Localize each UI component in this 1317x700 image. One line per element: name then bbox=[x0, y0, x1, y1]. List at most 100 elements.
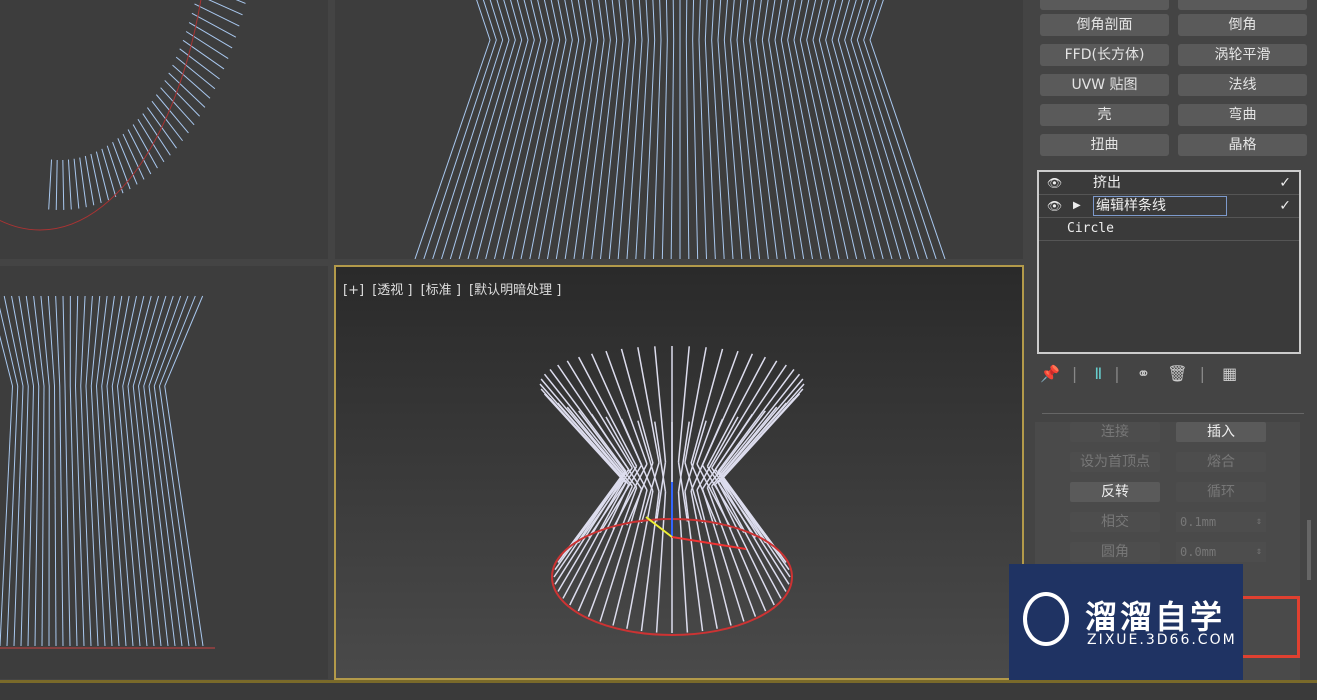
remove-modifier-icon[interactable]: 🗑 bbox=[1167, 364, 1187, 383]
modifier-button[interactable]: 扭曲 bbox=[1040, 134, 1169, 156]
wire-line bbox=[712, 0, 715, 40]
eye-icon[interactable]: 👁 bbox=[1047, 172, 1062, 194]
wire-line bbox=[699, 40, 707, 259]
watermark: 溜溜自学 ZIXUE.3D66.COM bbox=[1009, 564, 1243, 680]
wire-line bbox=[415, 40, 490, 259]
stack-item[interactable]: 👁✓▶编辑样条线 bbox=[1039, 195, 1299, 218]
wire-line bbox=[26, 296, 39, 386]
watermark-url: ZIXUE.3D66.COM bbox=[1087, 632, 1237, 648]
viewport-menu-standard[interactable]: [标准 ] bbox=[421, 283, 461, 298]
wire-line bbox=[813, 40, 866, 259]
wire-line bbox=[503, 40, 553, 259]
stack-item-label: 挤出 bbox=[1093, 172, 1121, 194]
wire-line bbox=[718, 399, 794, 483]
modifier-button[interactable]: UVW 贴图 bbox=[1040, 74, 1169, 96]
geometry-button[interactable]: 熔合 bbox=[1176, 452, 1266, 472]
wire-line bbox=[718, 40, 733, 259]
geometry-button[interactable]: 连接 bbox=[1070, 422, 1160, 442]
show-end-result-icon[interactable]: Ⅱ bbox=[1094, 364, 1102, 383]
wire-line bbox=[568, 0, 579, 40]
geometry-button[interactable]: 循环 bbox=[1176, 482, 1266, 502]
wire-line bbox=[722, 475, 789, 570]
viewport-left[interactable] bbox=[0, 266, 328, 679]
wire-line bbox=[870, 0, 890, 40]
modifier-button[interactable]: 倒角剖面 bbox=[1040, 14, 1169, 36]
wire-line bbox=[864, 0, 883, 40]
wire-line bbox=[756, 40, 786, 259]
wire-line bbox=[693, 40, 698, 259]
stack-item-label: Circle bbox=[1067, 218, 1114, 240]
viewport-menu-plus[interactable]: [+] bbox=[343, 283, 364, 298]
wire-line bbox=[433, 40, 503, 259]
wire-line bbox=[627, 491, 653, 629]
wire-line bbox=[699, 0, 701, 40]
wire-line bbox=[541, 379, 622, 475]
wire-line bbox=[133, 386, 161, 646]
wire-line bbox=[627, 40, 642, 259]
expand-arrow-icon[interactable]: ▶ bbox=[1073, 195, 1081, 217]
viewport-menu-view[interactable]: [透视 ] bbox=[372, 283, 412, 298]
spinner-input[interactable]: 0.1mm bbox=[1176, 512, 1266, 532]
wire-line bbox=[28, 386, 34, 646]
modifier-button[interactable]: 壳 bbox=[1040, 104, 1169, 126]
status-bar bbox=[0, 680, 1317, 700]
wire-line bbox=[484, 0, 503, 40]
wire-line bbox=[80, 158, 87, 208]
make-unique-icon[interactable]: ⚭ bbox=[1137, 364, 1150, 383]
wire-line bbox=[654, 40, 662, 259]
spinner-input[interactable]: 0.0mm bbox=[1176, 542, 1266, 562]
wire-line bbox=[857, 40, 927, 259]
wire-line bbox=[56, 160, 57, 210]
wire-line bbox=[199, 0, 245, 3]
wire-line bbox=[775, 0, 785, 40]
modifier-button[interactable]: 涡轮平滑 bbox=[1178, 44, 1307, 66]
wire-line bbox=[617, 0, 623, 40]
wire-line bbox=[86, 386, 98, 646]
wire-line bbox=[70, 386, 77, 646]
viewport-top[interactable] bbox=[0, 0, 328, 259]
viewport-menu-shading[interactable]: [默认明暗处理 ] bbox=[469, 283, 561, 298]
wire-line bbox=[495, 40, 548, 259]
modifier-button[interactable]: 晶格 bbox=[1178, 134, 1307, 156]
geometry-button[interactable]: 圆角 bbox=[1070, 542, 1160, 562]
wire-line bbox=[76, 296, 78, 386]
wire-line bbox=[442, 40, 510, 259]
eye-icon[interactable]: 👁 bbox=[1047, 195, 1062, 217]
modifier-stack[interactable]: 👁 ✓ 挤出👁✓▶编辑样条线Circle bbox=[1037, 170, 1301, 354]
configure-sets-icon[interactable]: ▦ bbox=[1222, 364, 1237, 383]
geometry-button[interactable]: 反转 bbox=[1070, 482, 1160, 502]
modifier-button[interactable]: 弯曲 bbox=[1178, 104, 1307, 126]
wire-line bbox=[610, 0, 617, 40]
modifier-button[interactable]: FFD(长方体) bbox=[1040, 44, 1169, 66]
modifier-button[interactable]: 法线 bbox=[1178, 74, 1307, 96]
viewport-label[interactable]: [+] [透视 ] [标准 ] [默认明暗处理 ] bbox=[343, 279, 565, 298]
wire-line bbox=[63, 160, 64, 210]
wire-line bbox=[561, 0, 572, 40]
wire-line bbox=[477, 0, 496, 40]
wire-line bbox=[851, 40, 919, 259]
wire-line bbox=[722, 379, 803, 475]
geometry-button[interactable]: 相交 bbox=[1070, 512, 1160, 532]
stack-item[interactable]: Circle bbox=[1039, 218, 1299, 241]
modifier-button[interactable]: 倒角 bbox=[1178, 14, 1307, 36]
viewport-perspective[interactable]: [+] [透视 ] [标准 ] [默认明暗处理 ] bbox=[334, 265, 1024, 680]
wire-line bbox=[582, 0, 591, 40]
geometry-button[interactable]: 插入 bbox=[1176, 422, 1266, 442]
scrollbar[interactable] bbox=[1307, 520, 1311, 580]
wire-line bbox=[133, 296, 158, 386]
wire-line bbox=[583, 40, 611, 259]
checkmark-icon: ✓ bbox=[1279, 172, 1291, 194]
modifier-button-cut[interactable] bbox=[1178, 0, 1307, 10]
wire-line bbox=[697, 490, 731, 626]
modifier-button-cut[interactable] bbox=[1040, 0, 1169, 10]
geometry-button[interactable]: 设为首顶点 bbox=[1070, 452, 1160, 472]
wire-line bbox=[68, 160, 71, 210]
wire-line bbox=[724, 0, 729, 40]
pin-icon[interactable]: 📌 bbox=[1040, 364, 1060, 383]
stack-toolbar: 📌| Ⅱ| ⚭ 🗑| ▦ bbox=[1040, 364, 1249, 383]
stack-item[interactable]: 👁 ✓ 挤出 bbox=[1039, 172, 1299, 195]
wire-line bbox=[575, 0, 585, 40]
wire-line bbox=[63, 296, 65, 386]
viewport-front[interactable] bbox=[335, 0, 1023, 259]
wire-line bbox=[659, 0, 661, 40]
